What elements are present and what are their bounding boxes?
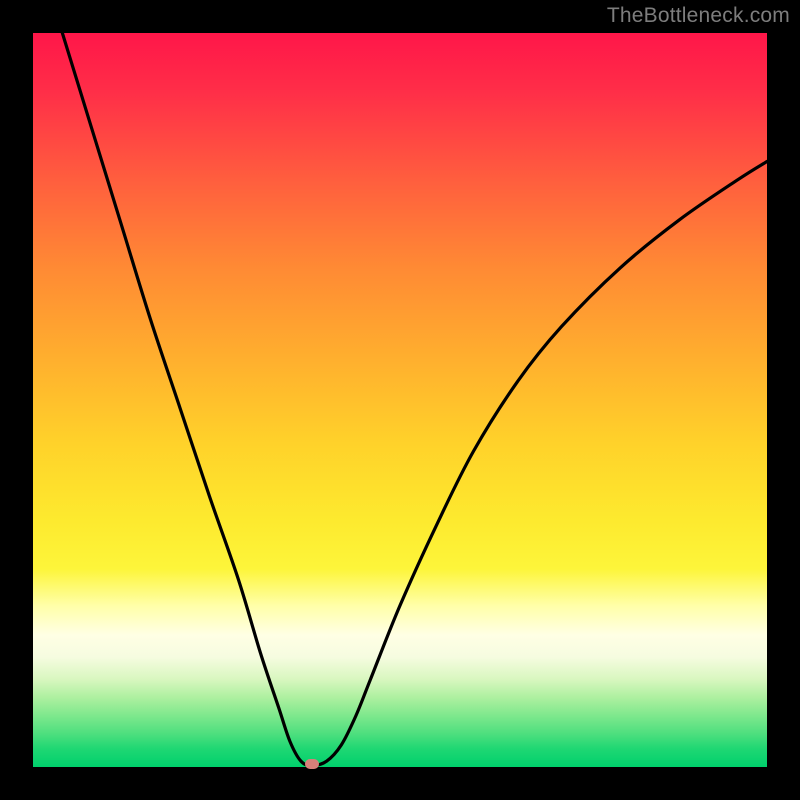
chart-frame: TheBottleneck.com bbox=[0, 0, 800, 800]
watermark-text: TheBottleneck.com bbox=[607, 4, 790, 28]
plot-area bbox=[33, 33, 767, 767]
minimum-marker bbox=[305, 759, 319, 769]
bottleneck-curve-path bbox=[62, 33, 767, 766]
curve-svg bbox=[33, 33, 767, 767]
